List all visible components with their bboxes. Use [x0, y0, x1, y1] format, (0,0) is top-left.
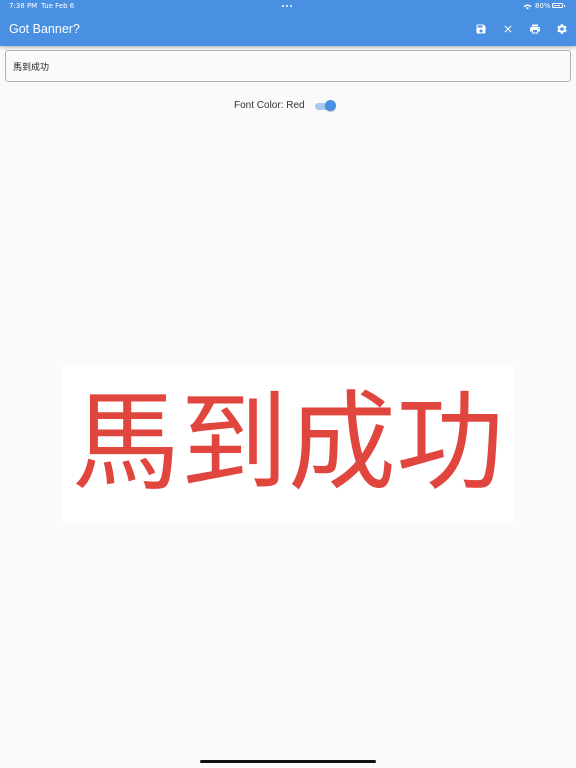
- font-color-row: Font Color: Red: [0, 98, 576, 114]
- status-date: Tue Feb 6: [41, 2, 75, 10]
- banner-text-input[interactable]: [5, 50, 571, 82]
- home-indicator[interactable]: [200, 760, 376, 763]
- settings-button[interactable]: [554, 21, 570, 37]
- print-button[interactable]: [527, 21, 543, 37]
- status-bar: 7:38 PM Tue Feb 6 80%: [0, 0, 576, 12]
- gear-icon: [557, 24, 567, 34]
- close-icon: [504, 25, 512, 33]
- banner-text: 馬到成功: [71, 381, 504, 506]
- app-title: Got Banner?: [9, 22, 80, 36]
- save-icon: [476, 24, 486, 34]
- print-icon: [530, 24, 540, 34]
- banner-preview: 馬到成功: [62, 365, 514, 523]
- font-color-toggle[interactable]: [314, 100, 336, 112]
- screen: 7:38 PM Tue Feb 6 80% Got Banner? 馬到成功 F…: [0, 0, 576, 768]
- multitasking-dots-icon[interactable]: [282, 5, 292, 7]
- font-color-label: Font Color: Red: [234, 100, 305, 111]
- toggle-thumb: [325, 100, 336, 111]
- save-button[interactable]: [473, 21, 489, 37]
- app-bar: Got Banner?: [0, 12, 576, 46]
- clear-button[interactable]: [500, 21, 516, 37]
- battery-percent: 80%: [535, 2, 551, 10]
- status-time: 7:38 PM: [9, 2, 38, 10]
- battery-icon: [552, 3, 565, 8]
